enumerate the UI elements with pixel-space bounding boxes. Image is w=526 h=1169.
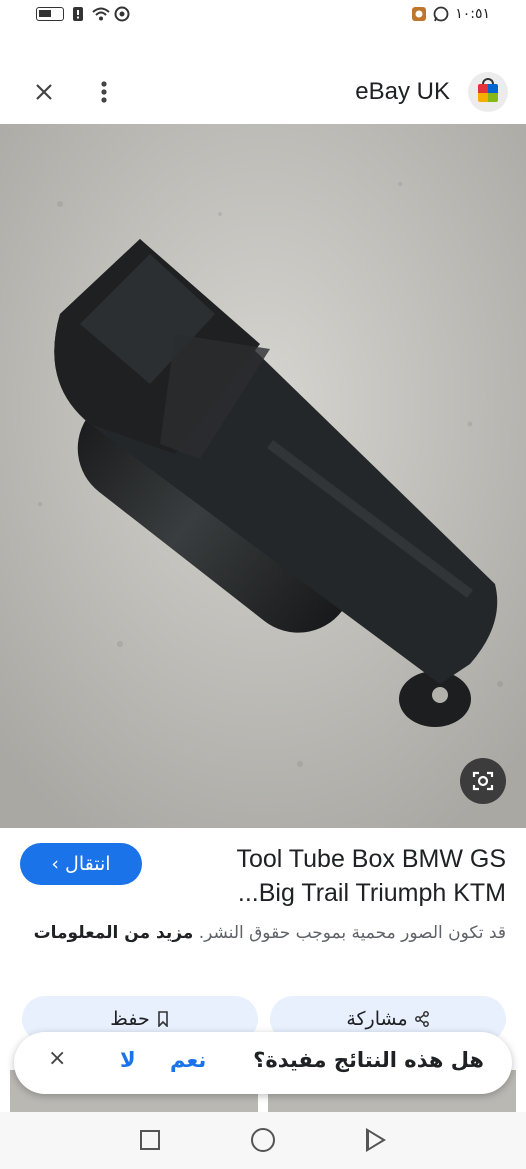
feedback-close-button[interactable]: × xyxy=(48,1046,66,1071)
wifi-icon xyxy=(92,6,110,22)
result-title-line1: Tool Tube Box BMW GS xyxy=(236,845,506,873)
save-label: حفظ xyxy=(110,1008,150,1030)
home-icon[interactable] xyxy=(251,1128,275,1152)
copyright-text: قد تكون الصور محمية بموجب حقوق النشر. xyxy=(198,923,506,943)
result-title[interactable]: Tool Tube Box BMW GS Big Trail Triumph K… xyxy=(176,842,506,910)
status-icons-right: ١٠:٥١ xyxy=(411,6,490,22)
recents-icon[interactable] xyxy=(140,1130,160,1150)
site-title[interactable]: eBay UK xyxy=(355,78,450,106)
feedback-yes-button[interactable]: نعم xyxy=(170,1048,206,1072)
status-icons-left xyxy=(36,6,130,22)
tool-tube-illustration xyxy=(0,124,526,828)
visit-button[interactable]: انتقال › xyxy=(20,843,142,885)
result-title-line2: Big Trail Triumph KTM... xyxy=(237,879,506,907)
product-image[interactable] xyxy=(0,124,526,828)
alert-icon xyxy=(70,6,86,22)
more-vert-icon xyxy=(101,81,107,103)
more-options-button[interactable] xyxy=(88,76,120,108)
app-notification-icon xyxy=(411,6,427,22)
close-button[interactable] xyxy=(28,76,60,108)
learn-more-link[interactable]: مزيد من المعلومات xyxy=(34,923,194,943)
system-nav-bar xyxy=(0,1112,526,1169)
clock: ١٠:٥١ xyxy=(455,6,490,22)
share-icon xyxy=(414,1011,429,1027)
back-icon[interactable] xyxy=(366,1128,386,1152)
feedback-no-button[interactable]: لا xyxy=(120,1048,136,1072)
top-bar: eBay UK xyxy=(0,60,526,124)
feedback-prompt: هل هذه النتائج مفيدة؟ نعم لا × xyxy=(14,1032,512,1094)
whatsapp-icon xyxy=(433,6,449,22)
share-label: مشاركة xyxy=(346,1008,408,1030)
status-bar: ١٠:٥١ xyxy=(0,0,526,34)
bookmark-icon xyxy=(157,1011,168,1028)
lens-button[interactable] xyxy=(460,758,506,804)
data-saver-icon xyxy=(114,6,130,22)
lens-icon xyxy=(472,771,494,791)
copyright-notice: قد تكون الصور محمية بموجب حقوق النشر. مز… xyxy=(20,920,506,947)
close-icon xyxy=(36,84,52,100)
site-logo-icon[interactable] xyxy=(468,72,508,112)
feedback-question: هل هذه النتائج مفيدة؟ xyxy=(253,1048,484,1072)
battery-icon xyxy=(36,7,64,21)
